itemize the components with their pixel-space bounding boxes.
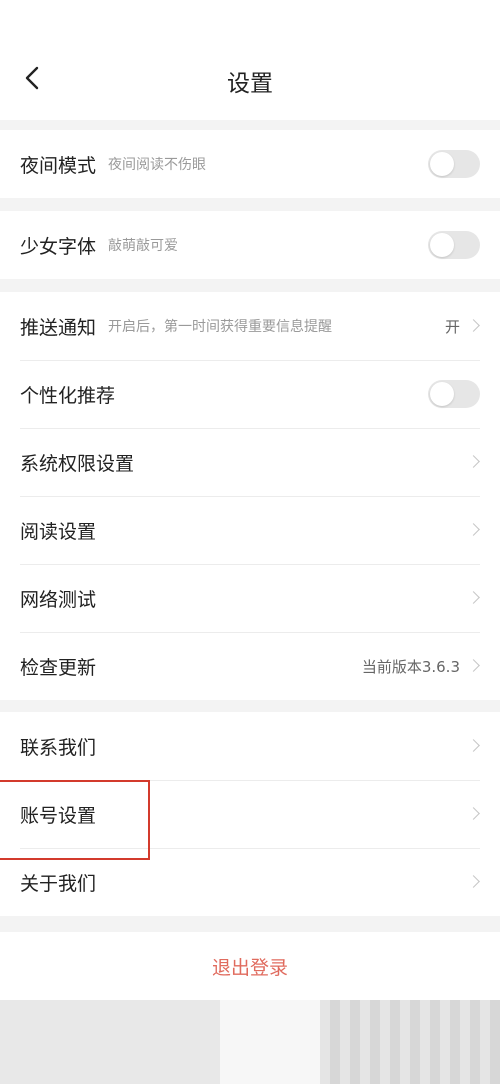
chevron-right-icon (468, 738, 480, 754)
chevron-right-icon (468, 658, 480, 674)
setting-label: 关于我们 (20, 872, 97, 895)
setting-row-push-notification[interactable]: 推送通知 开启后，第一时间获得重要信息提醒 开 (0, 292, 500, 360)
setting-row-check-update[interactable]: 检查更新 当前版本3.6.3 (0, 632, 500, 700)
setting-row-personalized-recommendation: 个性化推荐 (0, 360, 500, 428)
setting-row-night-mode: 夜间模式 夜间阅读不伤眼 (0, 130, 500, 198)
setting-label: 系统权限设置 (20, 452, 135, 475)
setting-label: 夜间模式 (20, 154, 97, 177)
setting-row-network-test[interactable]: 网络测试 (0, 564, 500, 632)
chevron-right-icon (468, 874, 480, 890)
setting-label: 推送通知 (20, 316, 97, 339)
setting-description: 夜间阅读不伤眼 (108, 157, 207, 173)
section-night-mode: 夜间模式 夜间阅读不伤眼 (0, 130, 500, 198)
setting-description: 敲萌敲可爱 (108, 238, 179, 254)
setting-description: 开启后，第一时间获得重要信息提醒 (108, 319, 333, 335)
toggle-knob (430, 382, 454, 406)
setting-row-system-permissions[interactable]: 系统权限设置 (0, 428, 500, 496)
chevron-right-icon (468, 454, 480, 470)
setting-label: 少女字体 (20, 235, 97, 258)
chevron-right-icon (468, 590, 480, 606)
setting-label: 阅读设置 (20, 520, 97, 543)
version-value: 当前版本3.6.3 (361, 657, 460, 676)
setting-row-reading-settings[interactable]: 阅读设置 (0, 496, 500, 564)
girl-font-toggle[interactable] (428, 231, 480, 259)
setting-label: 检查更新 (20, 656, 97, 679)
toggle-knob (430, 233, 454, 257)
setting-value: 开 (444, 317, 460, 336)
section-general: 推送通知 开启后，第一时间获得重要信息提醒 开 个性化推荐 系统权限设置 阅读设… (0, 292, 500, 700)
logout-button[interactable]: 退出登录 (0, 932, 500, 1000)
bottom-blurred-area (0, 1000, 500, 1084)
settings-page: 设置 夜间模式 夜间阅读不伤眼 少女字体 敲萌敲可爱 推送通知 开启后，第一时间… (0, 0, 500, 1084)
chevron-right-icon (468, 318, 480, 334)
setting-row-girl-font: 少女字体 敲萌敲可爱 (0, 211, 500, 279)
toggle-knob (430, 152, 454, 176)
chevron-right-icon (468, 806, 480, 822)
setting-row-contact-us[interactable]: 联系我们 (0, 712, 500, 780)
chevron-right-icon (468, 522, 480, 538)
header: 设置 (0, 0, 500, 120)
section-girl-font: 少女字体 敲萌敲可爱 (0, 211, 500, 279)
page-title: 设置 (227, 71, 273, 97)
bottom-block (220, 1000, 320, 1084)
pixelated-watermark (320, 1000, 500, 1084)
logout-label: 退出登录 (211, 956, 288, 979)
setting-label: 联系我们 (20, 736, 97, 759)
personalized-recommendation-toggle[interactable] (428, 380, 480, 408)
bottom-block (0, 1000, 220, 1084)
setting-label: 网络测试 (20, 588, 97, 611)
annotation-highlight-box (0, 780, 150, 860)
night-mode-toggle[interactable] (428, 150, 480, 178)
setting-label: 个性化推荐 (20, 384, 116, 407)
